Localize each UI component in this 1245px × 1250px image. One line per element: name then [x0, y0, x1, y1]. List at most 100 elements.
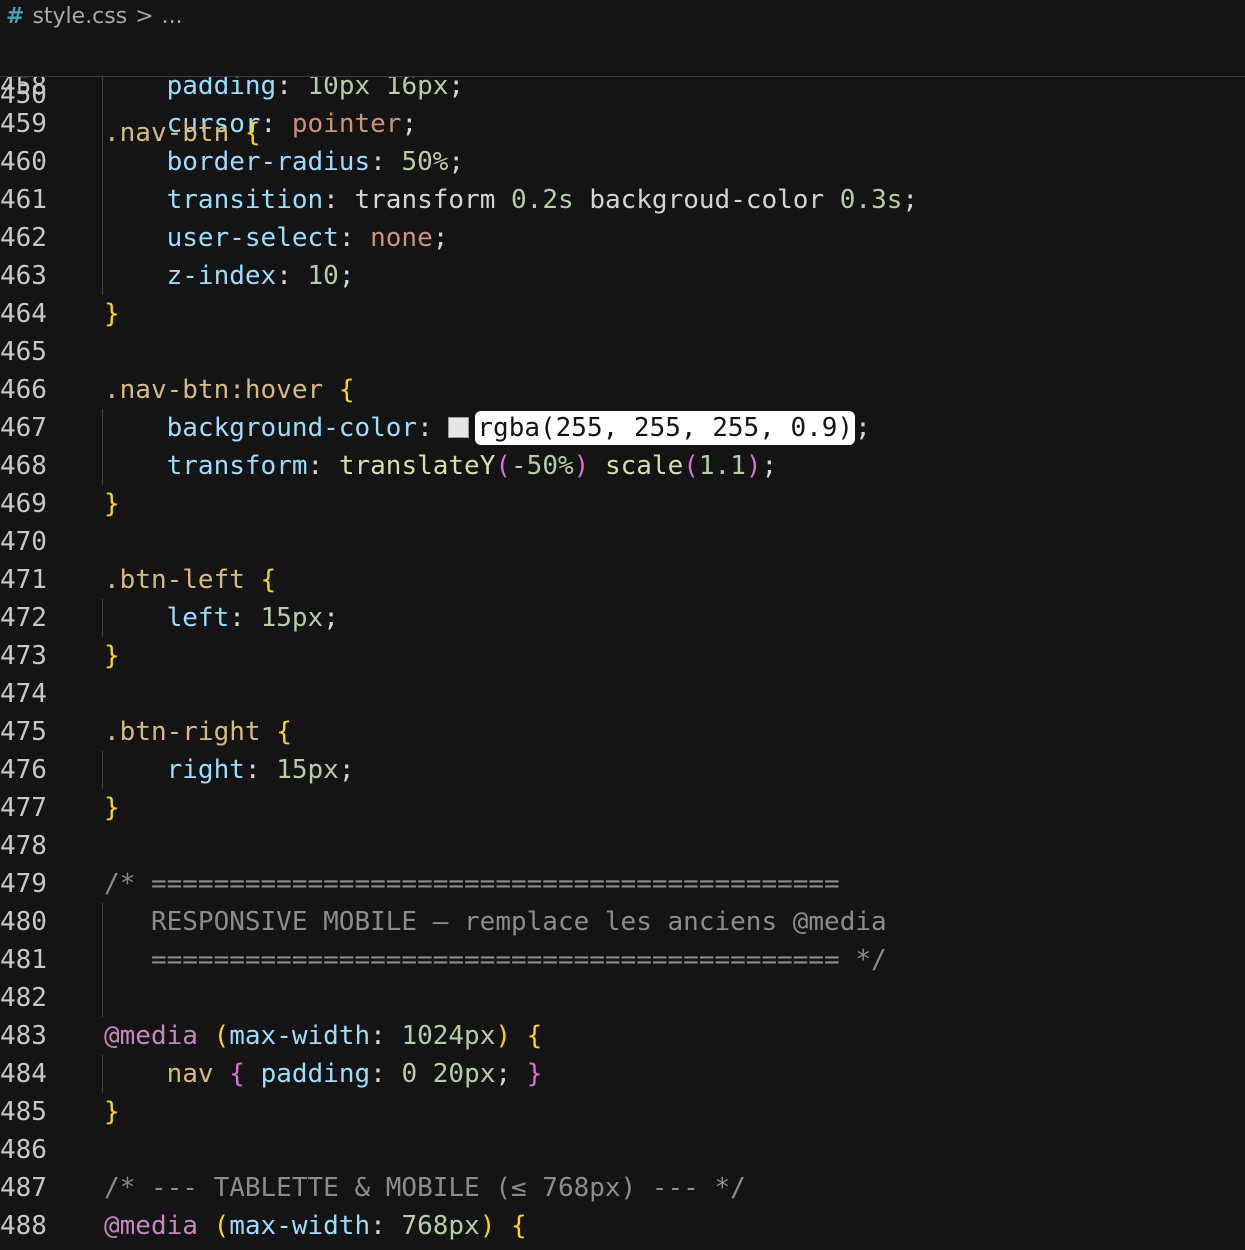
- code-token: 768px: [401, 1211, 480, 1241]
- code-line[interactable]: 473}: [0, 637, 1245, 675]
- code-line[interactable]: 488 @media (max-width: 768px) {: [0, 1207, 1245, 1245]
- code-token: }: [104, 793, 120, 823]
- code-token: :: [260, 109, 292, 139]
- code-token: ;: [855, 413, 871, 443]
- code-token: .btn-left: [104, 565, 245, 595]
- code-line[interactable]: 466 .nav-btn:hover {: [0, 371, 1245, 409]
- code-line[interactable]: 480 RESPONSIVE MOBILE — remplace les anc…: [0, 903, 1245, 941]
- line-text: }: [104, 789, 120, 827]
- code-line[interactable]: 481 ====================================…: [0, 941, 1245, 979]
- code-token: ;: [401, 109, 418, 139]
- code-line[interactable]: 468 transform: translateY(-50%) scale(1.…: [0, 447, 1245, 485]
- sticky-scroll-header[interactable]: 450 .nav-btn {: [0, 38, 1245, 148]
- line-text: transform: translateY(-50%) scale(1.1);: [104, 447, 778, 485]
- code-line[interactable]: 483 @media (max-width: 1024px) {: [0, 1017, 1245, 1055]
- code-token: max-width: [229, 1021, 371, 1051]
- indent-guide: [102, 979, 103, 1017]
- code-token: right: [166, 755, 245, 785]
- highlighted-selection: rgba(255, 255, 255, 0.9): [475, 411, 856, 445]
- code-line[interactable]: 474: [0, 675, 1245, 713]
- code-token: RESPONSIVE MOBILE — remplace les anciens…: [104, 907, 887, 937]
- code-line[interactable]: 477}: [0, 789, 1245, 827]
- code-token: /* --- TABLETTE & MOBILE (≤ 768px) --- *…: [104, 1173, 746, 1203]
- code-token: :: [370, 147, 402, 177]
- code-token: ;: [495, 1059, 527, 1089]
- code-line[interactable]: 469}: [0, 485, 1245, 523]
- code-token: /* =====================================…: [104, 869, 840, 899]
- line-text: }: [104, 1093, 120, 1131]
- code-token: @media: [104, 1211, 198, 1241]
- line-text: nav { padding: 0 20px; }: [104, 1055, 543, 1093]
- code-line[interactable]: 484 nav { padding: 0 20px; }: [0, 1055, 1245, 1093]
- breadcrumb-more[interactable]: ...: [162, 4, 183, 29]
- code-token: ;: [338, 261, 355, 291]
- sticky-line-text: .nav-btn {: [104, 114, 261, 152]
- code-token: ): [573, 451, 590, 481]
- line-text: .btn-right {: [104, 713, 292, 751]
- code-line[interactable]: 465: [0, 333, 1245, 371]
- code-line[interactable]: 464}: [0, 295, 1245, 333]
- code-line[interactable]: 462 user-select: none;: [0, 219, 1245, 257]
- code-token: :: [370, 1059, 402, 1089]
- sticky-line[interactable]: 450 .nav-btn {: [0, 38, 1245, 148]
- line-number: 472: [0, 603, 47, 633]
- line-text: RESPONSIVE MOBILE — remplace les anciens…: [104, 903, 887, 941]
- line-text: user-select: none;: [104, 219, 449, 257]
- code-token: 15px: [260, 603, 324, 633]
- code-line[interactable]: 478: [0, 827, 1245, 865]
- code-line[interactable]: 476 right: 15px;: [0, 751, 1245, 789]
- code-token: 20px: [432, 1059, 496, 1089]
- code-token: :: [417, 413, 449, 443]
- code-line[interactable]: 475 .btn-right {: [0, 713, 1245, 751]
- code-token: {: [260, 565, 277, 595]
- code-token: backgroud-color: [589, 185, 825, 215]
- code-token: :: [338, 223, 371, 253]
- code-token: max-width: [229, 1211, 371, 1241]
- code-token: {: [526, 1021, 543, 1051]
- code-line[interactable]: 485}: [0, 1093, 1245, 1131]
- code-line[interactable]: 467 background-color: rgba(255, 255, 255…: [0, 409, 1245, 447]
- code-token: z-index: [166, 261, 277, 291]
- code-token: ;: [448, 147, 465, 177]
- code-token: :: [307, 451, 339, 481]
- line-number: 480: [0, 907, 47, 937]
- line-number: 476: [0, 755, 47, 785]
- code-line[interactable]: 479 /* ==================================…: [0, 865, 1245, 903]
- line-number: 486: [0, 1135, 47, 1165]
- code-token: 50%: [401, 147, 449, 177]
- color-swatch[interactable]: [448, 417, 470, 438]
- code-line[interactable]: 487 /* --- TABLETTE & MOBILE (≤ 768px) --…: [0, 1169, 1245, 1207]
- breadcrumb-file[interactable]: style.css: [32, 4, 127, 29]
- code-line[interactable]: 461 transition: transform 0.2s backgroud…: [0, 181, 1245, 219]
- code-line[interactable]: 472 left: 15px;: [0, 599, 1245, 637]
- line-number: 487: [0, 1173, 47, 1203]
- code-line[interactable]: 471 .btn-left {: [0, 561, 1245, 599]
- line-text: z-index: 10;: [104, 257, 355, 295]
- code-token: {: [276, 717, 292, 747]
- line-number: 473: [0, 641, 47, 671]
- line-number: 471: [0, 565, 47, 595]
- line-number: 485: [0, 1097, 47, 1127]
- code-token: }: [526, 1059, 543, 1089]
- line-number: 464: [0, 299, 47, 329]
- line-text: .nav-btn:hover {: [104, 371, 354, 409]
- code-line[interactable]: 463 z-index: 10;: [0, 257, 1245, 295]
- code-editor[interactable]: 458 padding: 10px 16px; 459 cursor: point…: [0, 67, 1245, 1245]
- code-token: (: [495, 451, 512, 481]
- line-number: 477: [0, 793, 47, 823]
- code-line[interactable]: 482: [0, 979, 1245, 1017]
- line-text: transition: transform 0.2s backgroud-col…: [104, 181, 918, 219]
- code-token: ========================================…: [104, 945, 887, 975]
- line-number: 475: [0, 717, 47, 747]
- code-line[interactable]: 486: [0, 1131, 1245, 1169]
- code-line[interactable]: 470: [0, 523, 1245, 561]
- indent-guide: [102, 143, 103, 181]
